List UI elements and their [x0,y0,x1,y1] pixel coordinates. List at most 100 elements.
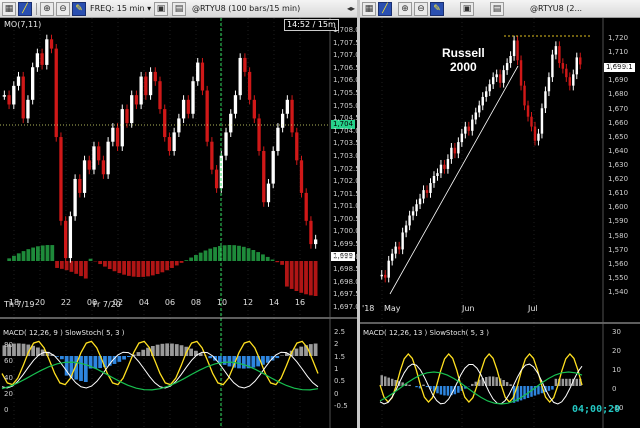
price-tick-label-5: 1,670 [608,104,629,113]
momentum-bar [155,261,160,275]
price-bar-body [474,112,477,120]
price-tick-label-15: 1,700.5 [333,214,357,223]
macd-bar [294,348,299,356]
folder-icon[interactable]: ▤ [490,2,504,16]
pin-icon[interactable]: ✎ [430,2,444,16]
macd-bar [457,386,460,393]
price-bar-body [309,220,313,245]
price-bar-body [299,160,304,193]
folder-icon[interactable]: ▤ [172,2,186,16]
price-bar-body [481,96,484,106]
macd-bar [93,356,98,369]
price-tick-label-18: 1,699.0 [333,252,357,261]
momentum-bar [112,261,117,272]
price-bar-body [540,108,544,134]
price-bar-body [411,211,415,216]
price-tick-label-7: 1,650 [608,132,629,141]
time-tick-label-1: Jun [462,304,475,313]
frequency-label: FREQ: 15 min [90,4,145,13]
cursor-icon[interactable]: ▦ [2,2,16,16]
daily-chart-canvas[interactable] [360,18,640,428]
time-tick-label-0: May [384,304,401,313]
save-icon[interactable]: ▣ [154,2,168,16]
draw-line-icon[interactable]: ╱ [18,2,32,16]
price-bar-body [478,105,481,113]
price-bar-body [167,137,172,152]
macd-bar [575,378,579,386]
countdown-timer: 04;00;20 [572,404,621,415]
price-bar-body [384,274,387,278]
draw-line-icon[interactable]: ╱ [378,2,392,16]
price-tick-label-21: 1,697.5 [333,290,357,299]
macd-bar [170,343,174,356]
price-bar-body [471,119,474,131]
zoom-in-icon[interactable]: ⊕ [398,2,412,16]
price-tick-label-17: 1,550 [608,273,629,282]
macd-bar [83,356,88,382]
save-icon[interactable]: ▣ [460,2,474,16]
zoom-out-icon[interactable]: ⊖ [414,2,428,16]
osc-tick-label-1: 60 [4,357,13,366]
macd-bar [509,384,512,386]
zoom-in-icon[interactable]: ⊕ [40,2,54,16]
intraday-chart-canvas[interactable]: 18 20 22 00 02 04 06 08 10 12 14 16 [0,18,357,428]
price-bar-body [544,91,547,109]
chart-pane-daily[interactable]: ▦ ╱ ⊕ ⊖ ✎ ▣ ▤ @RTYU8 (2... Russell 2000 … [360,0,640,428]
macd-bar [387,377,390,386]
macd-bar [422,384,425,386]
macd-tick-label-2: 10 [612,366,621,374]
macd-bar [491,376,495,386]
price-tick-label-13: 1,590 [608,217,629,226]
price-bar-body [214,169,219,189]
price-bar-body [387,260,390,278]
year-label: '18 [362,304,375,313]
momentum-bar [122,261,126,275]
chart-pane-intraday[interactable]: ▦ ╱ ⊕ ⊖ ✎ FREQ: 15 min ▾ ▣ ▤ @RTYU8 (100… [0,0,357,428]
price-bar-body [106,141,110,175]
time-tick-label: 14 [269,298,279,307]
price-bar-body [498,74,502,83]
macd-bar [189,348,194,356]
toolbar-separator [36,3,37,15]
price-bar-body [243,57,247,72]
zoom-out-icon[interactable]: ⊖ [56,2,70,16]
cursor-icon[interactable]: ▦ [362,2,376,16]
momentum-bar [16,253,21,261]
macd-bar [547,386,551,391]
price-bar-body [82,160,87,193]
momentum-bar [126,261,131,276]
price-tick-label-11: 1,702.5 [333,164,357,173]
window-controls-icon[interactable]: ◂▸ [347,2,355,16]
macd-signal-line [1,361,319,391]
price-bar-body [537,133,540,141]
oscillator-lines [1,340,319,391]
price-tick-label-10: 1,703.0 [333,151,357,160]
frequency-dropdown[interactable]: FREQ: 15 min ▾ [90,2,151,16]
momentum-bar [304,261,308,295]
price-bar-body [408,215,411,226]
macd-bar [408,384,411,386]
price-bar-body [266,183,271,203]
price-bar-body [115,127,120,147]
momentum-bar [103,261,107,267]
price-bar-body [224,132,228,156]
momentum-bar [79,261,83,277]
pin-icon[interactable]: ✎ [72,2,86,16]
price-bar-body [35,53,40,68]
price-tick-label-13: 1,701.5 [333,189,357,198]
momentum-bar [179,261,184,263]
price-bar-body [12,85,16,105]
price-bar-body [491,77,495,85]
price-tick-label-2: 1,700 [608,62,629,71]
momentum-bar [31,247,36,261]
macd-tick-label-6: -0.5 [334,402,348,410]
macd-bar [502,380,505,386]
price-bar-body [31,67,35,100]
price-tick-label-14: 1,701.0 [333,202,357,211]
price-bar-body [233,95,238,114]
momentum-bar [189,257,194,261]
macd-tick-label-0: 30 [612,328,621,336]
momentum-bar [184,260,189,261]
macd-bar [299,346,304,356]
price-bar-body [390,253,394,261]
